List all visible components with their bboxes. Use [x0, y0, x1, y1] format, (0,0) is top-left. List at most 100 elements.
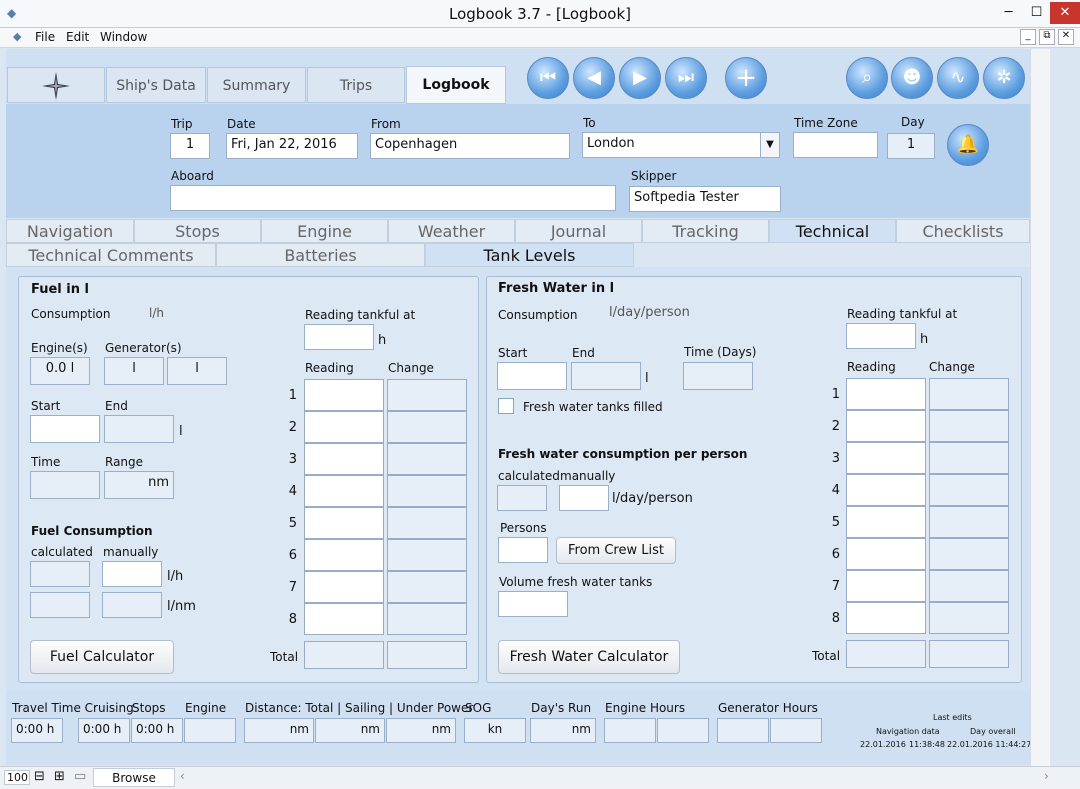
- crew-icon[interactable]: ☻: [891, 57, 933, 99]
- to-select[interactable]: London: [582, 132, 780, 158]
- next-record-icon[interactable]: ▶: [619, 57, 661, 99]
- tanks-filled-checkbox[interactable]: [498, 398, 514, 414]
- water-unit-label: l/day/person: [612, 491, 693, 506]
- close-button[interactable]: ✕: [1050, 2, 1080, 24]
- fuel-consumption-label: Consumption: [31, 307, 111, 321]
- menu-file[interactable]: File: [35, 30, 55, 44]
- water-change-cell: [929, 410, 1009, 442]
- subtab-weather[interactable]: Weather: [388, 219, 515, 243]
- doc-close-button[interactable]: ✕: [1058, 29, 1074, 45]
- trip-field[interactable]: 1: [170, 133, 210, 159]
- water-reading-cell[interactable]: [846, 410, 926, 442]
- subtab-tracking[interactable]: Tracking: [642, 219, 769, 243]
- fuel-reading-cell[interactable]: [304, 571, 384, 603]
- fuel-end-unit: l: [179, 424, 183, 439]
- compass-rose-icon: [42, 72, 70, 100]
- water-reading-cell[interactable]: [846, 602, 926, 634]
- water-change-cell: [929, 538, 1009, 570]
- timezone-field[interactable]: [793, 132, 878, 158]
- fuel-reading-cell[interactable]: [304, 539, 384, 571]
- zoom-in-icon[interactable]: ⊞: [54, 769, 65, 784]
- days-run-label: Day's Run: [531, 701, 592, 715]
- volume-field[interactable]: [498, 591, 568, 617]
- date-field[interactable]: Fri, Jan 22, 2016: [226, 133, 358, 159]
- range-label: Range: [105, 455, 144, 469]
- fuel-consumption-unit: l/h: [149, 306, 164, 320]
- zoom-out-icon[interactable]: ⊟: [34, 769, 45, 784]
- fuel-calc-lnm-field: [30, 592, 90, 618]
- fuel-reading-cell[interactable]: [304, 475, 384, 507]
- minimize-button[interactable]: ─: [994, 2, 1023, 24]
- fuel-calculator-button[interactable]: Fuel Calculator: [30, 640, 174, 674]
- first-record-icon[interactable]: ⏮: [527, 57, 569, 99]
- fuel-reading-cell[interactable]: [304, 379, 384, 411]
- distance-total-field: nm: [244, 718, 314, 743]
- gear-icon[interactable]: ✲: [983, 57, 1025, 99]
- subtab-tank-levels[interactable]: Tank Levels: [425, 243, 634, 267]
- water-reading-cell[interactable]: [846, 538, 926, 570]
- tab-summary[interactable]: Summary: [207, 67, 306, 103]
- vertical-scrollbar[interactable]: [1030, 49, 1050, 766]
- water-manual-field[interactable]: [559, 485, 609, 511]
- water-reading-cell[interactable]: [846, 506, 926, 538]
- fuel-start-field[interactable]: [30, 415, 100, 443]
- water-reading-tankful-label: Reading tankful at: [847, 307, 958, 321]
- water-reading-cell[interactable]: [846, 474, 926, 506]
- fuel-reading-cell[interactable]: [304, 443, 384, 475]
- tab-trips[interactable]: Trips: [307, 67, 405, 103]
- menu-window[interactable]: Window: [100, 30, 147, 44]
- search-icon[interactable]: ⌕: [846, 57, 888, 99]
- fuel-reading-cell[interactable]: [304, 603, 384, 635]
- skipper-field[interactable]: Softpedia Tester: [629, 186, 781, 212]
- fuel-manual-lh-field[interactable]: [102, 561, 162, 587]
- water-start-field[interactable]: [497, 362, 567, 390]
- aboard-label: Aboard: [171, 169, 214, 183]
- scroll-right-icon[interactable]: ›: [1044, 769, 1049, 783]
- aboard-field[interactable]: [170, 185, 616, 211]
- water-reading-tankful-field[interactable]: [846, 323, 916, 349]
- subtab-batteries[interactable]: Batteries: [216, 243, 425, 267]
- fuel-reading-cell[interactable]: [304, 411, 384, 443]
- water-reading-cell[interactable]: [846, 442, 926, 474]
- fuel-end-label: End: [105, 399, 128, 413]
- subtab-checklists[interactable]: Checklists: [896, 219, 1030, 243]
- water-time-field: [683, 362, 753, 390]
- doc-restore-button[interactable]: ⧉: [1039, 29, 1055, 45]
- subtab-engine[interactable]: Engine: [261, 219, 388, 243]
- add-record-icon[interactable]: +: [725, 57, 767, 99]
- maximize-button[interactable]: ☐: [1022, 2, 1051, 24]
- subtab-journal[interactable]: Journal: [515, 219, 642, 243]
- tanks-filled-label: Fresh water tanks filled: [523, 400, 663, 414]
- subtab-technical-comments[interactable]: Technical Comments: [6, 243, 216, 267]
- water-change-cell: [929, 506, 1009, 538]
- water-consumption-unit: l/day/person: [609, 305, 690, 320]
- bell-icon[interactable]: 🔔: [947, 124, 989, 166]
- subtab-navigation[interactable]: Navigation: [6, 219, 134, 243]
- chevron-down-icon[interactable]: ▼: [760, 133, 779, 157]
- menu-bar: ◆ File Edit Window _ ⧉ ✕: [0, 28, 1080, 48]
- previous-record-icon[interactable]: ◀: [573, 57, 615, 99]
- fresh-water-calculator-button[interactable]: Fresh Water Calculator: [498, 640, 680, 674]
- tab-logbook[interactable]: Logbook: [406, 66, 506, 104]
- from-crew-list-button[interactable]: From Crew List: [556, 537, 676, 564]
- water-start-label: Start: [498, 346, 528, 360]
- water-reading-cell[interactable]: [846, 378, 926, 410]
- water-reading-cell[interactable]: [846, 570, 926, 602]
- menu-edit[interactable]: Edit: [66, 30, 89, 44]
- subtab-stops[interactable]: Stops: [134, 219, 261, 243]
- toggle-toolbar-icon[interactable]: ▭: [74, 769, 86, 784]
- doc-minimize-button[interactable]: _: [1020, 29, 1036, 45]
- sync-icon[interactable]: ∿: [937, 57, 979, 99]
- tab-ships-data[interactable]: Ship's Data: [106, 67, 206, 103]
- from-field[interactable]: Copenhagen: [370, 133, 570, 159]
- range-field: nm: [104, 471, 174, 499]
- scroll-left-icon[interactable]: ‹: [180, 769, 185, 783]
- persons-field[interactable]: [498, 537, 548, 563]
- skipper-label: Skipper: [631, 169, 677, 183]
- fuel-reading-tankful-field[interactable]: [304, 324, 374, 350]
- subtab-technical[interactable]: Technical: [769, 219, 896, 243]
- last-record-icon[interactable]: ⏭: [665, 57, 707, 99]
- tab-compass[interactable]: [7, 67, 105, 103]
- fuel-reading-cell[interactable]: [304, 507, 384, 539]
- day-overall-datetime: 22.01.2016 11:44:27: [947, 740, 1032, 749]
